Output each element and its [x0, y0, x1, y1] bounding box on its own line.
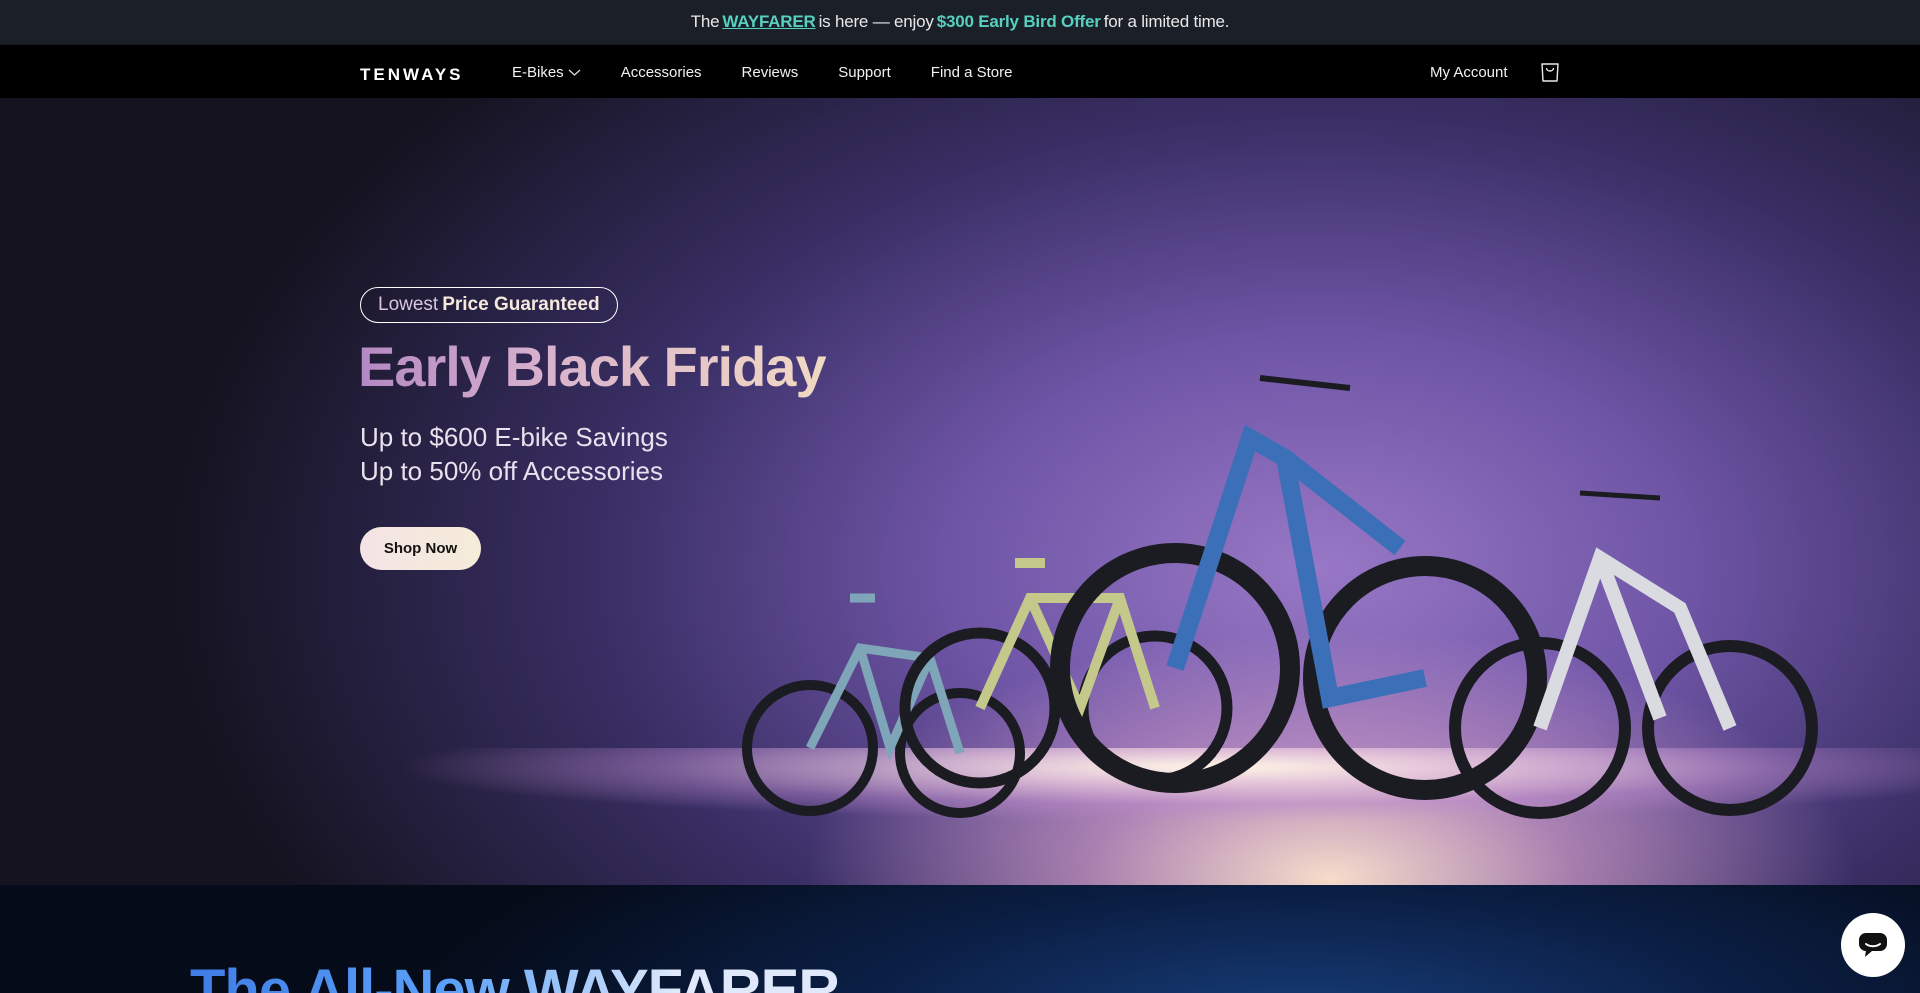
hero-subtitle-line-1: Up to $600 E-bike Savings [360, 422, 668, 452]
nav-item-support[interactable]: Support [838, 64, 891, 81]
nav-item-reviews[interactable]: Reviews [742, 64, 799, 81]
nav-menu: E-Bikes Accessories Reviews Support Find… [512, 45, 1053, 99]
wayfarer-section: The All-New WAYFARER [0, 885, 1920, 993]
announcement-middle: is here — enjoy [818, 12, 934, 31]
hero-subtitle-line-2: Up to 50% off Accessories [360, 456, 664, 486]
chat-button[interactable] [1841, 913, 1905, 977]
chevron-down-icon [568, 69, 581, 76]
chat-icon [1859, 933, 1887, 957]
my-account-link[interactable]: My Account [1430, 64, 1508, 81]
badge-text-light: Lowest [378, 294, 439, 315]
wayfarer-section-title: The All-New WAYFARER [190, 957, 840, 993]
hero-title: Early Black Friday [358, 335, 827, 398]
shopping-bag-icon[interactable] [1538, 60, 1562, 84]
ebikes-lineup-image [742, 375, 1818, 819]
shop-now-button[interactable]: Shop Now [360, 527, 481, 570]
nav-item-label: E-Bikes [512, 63, 564, 81]
hero-subtitle: Up to $600 E-bike Savings Up to 50% off … [360, 420, 668, 488]
early-bird-offer: $300 Early Bird Offer [936, 12, 1101, 31]
announcement-prefix: The [690, 12, 720, 31]
announcement-bar: The WAYFARER is here — enjoy $300 Early … [0, 0, 1920, 44]
tenways-logo[interactable]: TENWAYS [360, 65, 464, 85]
nav-item-find-a-store[interactable]: Find a Store [931, 64, 1013, 81]
badge-text-bold: Price Guaranteed [442, 294, 600, 315]
wayfarer-link[interactable]: WAYFARER [722, 12, 815, 32]
nav-item-e-bikes[interactable]: E-Bikes [512, 64, 581, 81]
announcement-suffix: for a limited time. [1103, 12, 1230, 31]
lowest-price-badge: Lowest Price Guaranteed [360, 287, 618, 323]
nav-item-accessories[interactable]: Accessories [621, 64, 702, 81]
main-nav: TENWAYS E-Bikes Accessories Reviews Supp… [0, 44, 1920, 98]
hero-banner: Lowest Price Guaranteed Early Black Frid… [0, 98, 1920, 885]
